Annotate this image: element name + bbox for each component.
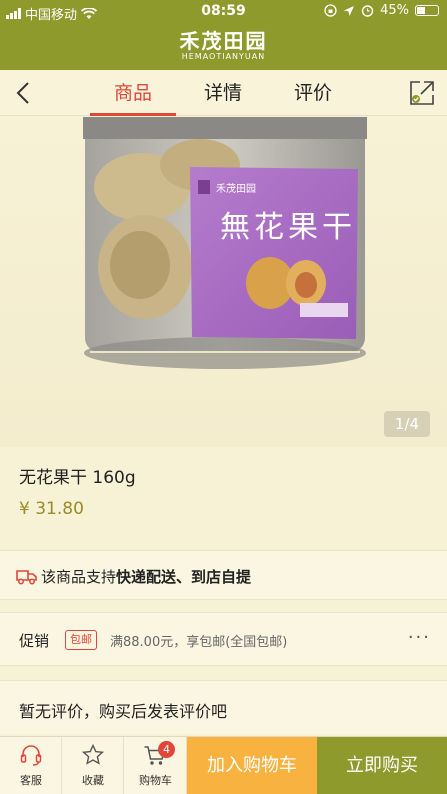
promo-description: 满88.00元，享包邮(全国包邮) [110, 635, 288, 650]
brand-logo: 禾茂田园 HEMAOTIANYUAN [0, 30, 447, 62]
cart-button[interactable]: 4 购物车 [124, 737, 187, 794]
star-icon [81, 743, 105, 765]
delivery-prefix: 该商品支持 [41, 568, 117, 586]
customer-service-button[interactable]: 客服 [0, 737, 62, 794]
app-header: 中国移动 08:59 45% 禾茂田园 HEMAOTIANYUAN [0, 0, 447, 70]
status-bar: 中国移动 08:59 45% [0, 0, 447, 24]
tab-reviews[interactable]: 评价 [268, 70, 358, 116]
buy-now-button[interactable]: 立即购买 [317, 737, 447, 794]
bottom-action-bar: 客服 收藏 4 购物车 加入购物车 立即购买 [0, 736, 447, 794]
favorite-button[interactable]: 收藏 [62, 737, 124, 794]
no-review-text: 暂无评价，购买后发表评价吧 [19, 702, 228, 721]
product-price: ¥ 31.80 [19, 499, 84, 519]
delivery-options: 该商品支持快递配送、到店自提 [0, 550, 447, 600]
orientation-lock-icon [324, 4, 337, 17]
more-icon[interactable]: ··· [408, 627, 431, 648]
cart-count-badge: 4 [158, 741, 175, 758]
label-main-text: 無花果干 [220, 210, 356, 245]
promotion-row[interactable]: 促销 包邮 满88.00元，享包邮(全国包邮) ··· [0, 612, 447, 666]
tab-details[interactable]: 详情 [178, 70, 268, 116]
location-icon [344, 5, 355, 16]
back-icon[interactable] [12, 80, 36, 106]
battery-percent: 45% [380, 3, 409, 18]
favorite-label: 收藏 [82, 774, 104, 787]
product-title: 无花果干 160g [19, 468, 136, 488]
battery-icon [415, 5, 439, 16]
add-to-cart-button[interactable]: 加入购物车 [187, 737, 317, 794]
delivery-methods: 快递配送、到店自提 [116, 568, 252, 586]
product-image-gallery[interactable]: 禾茂田园 無花果干 1/4 [0, 117, 447, 447]
label-small-text: 禾茂田园 [216, 182, 256, 195]
product-nav: 商品 详情 评价 [0, 70, 447, 116]
cart-label: 购物车 [139, 774, 172, 787]
tab-product[interactable]: 商品 [88, 70, 178, 116]
free-shipping-badge: 包邮 [65, 630, 97, 650]
brand-name: 禾茂田园 [179, 29, 268, 53]
image-counter: 1/4 [384, 411, 430, 437]
review-section[interactable]: 暂无评价，购买后发表评价吧 [0, 680, 447, 734]
promo-label: 促销 [19, 632, 50, 650]
product-info: 无花果干 160g ¥ 31.80 [0, 447, 447, 540]
customer-service-label: 客服 [20, 774, 42, 787]
share-icon[interactable] [409, 80, 435, 106]
brand-name-en: HEMAOTIANYUAN [181, 52, 266, 61]
nav-tabs: 商品 详情 评价 [88, 70, 358, 116]
delivery-truck-icon [16, 570, 37, 585]
headset-icon [20, 745, 42, 766]
product-image: 禾茂田园 無花果干 [83, 117, 367, 369]
alarm-icon [361, 5, 374, 17]
